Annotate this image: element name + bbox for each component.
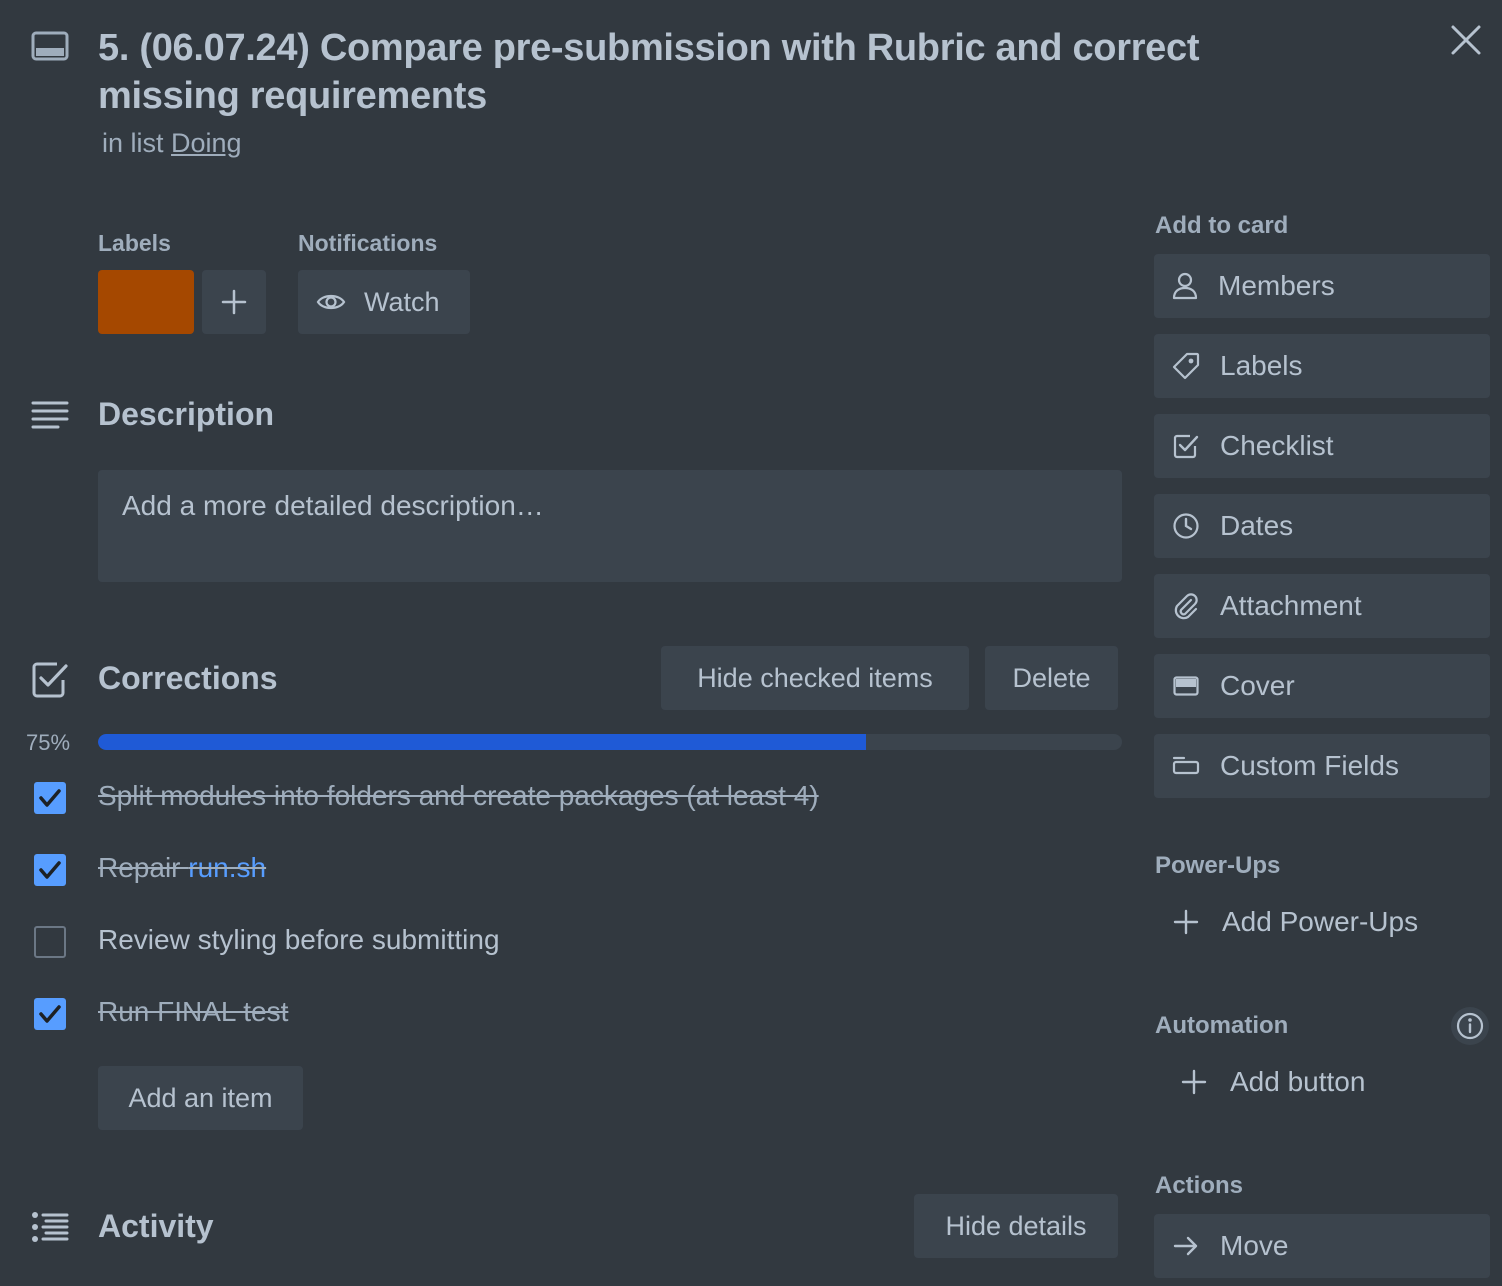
checklist-item-text[interactable]: Split modules into folders and create pa… xyxy=(98,780,819,812)
add-button-label: Add button xyxy=(1230,1066,1366,1097)
add-label-button[interactable] xyxy=(202,270,266,334)
checklist-item-text-prefix: Repair xyxy=(98,852,189,883)
labels-heading: Labels xyxy=(98,230,171,256)
activity-icon xyxy=(30,1208,70,1248)
automation-heading: Automation xyxy=(1155,1012,1289,1039)
progress-bar-fill xyxy=(98,734,866,750)
activity-title: Activity xyxy=(98,1208,214,1244)
attachment-button[interactable]: Attachment xyxy=(1154,574,1490,638)
add-item-button[interactable]: Add an item xyxy=(98,1066,303,1130)
checklist-item-checkbox[interactable] xyxy=(34,854,66,886)
members-button[interactable]: Members xyxy=(1154,254,1490,318)
checklist-item-text[interactable]: Run FINAL test xyxy=(98,996,288,1028)
add-powerups-label: Add Power-Ups xyxy=(1222,906,1419,937)
move-button[interactable]: Move xyxy=(1154,1214,1490,1278)
progress-bar xyxy=(98,734,1122,750)
description-icon xyxy=(30,396,70,436)
paperclip-icon xyxy=(1174,593,1198,620)
add-powerups-button[interactable]: Add Power-Ups xyxy=(1172,906,1418,938)
plus-icon xyxy=(1173,909,1199,935)
powerups-heading: Power-Ups xyxy=(1155,852,1281,879)
labels-button[interactable]: Labels xyxy=(1154,334,1490,398)
list-name-link[interactable]: Doing xyxy=(171,128,242,158)
tag-icon xyxy=(1172,352,1200,380)
plus-icon xyxy=(221,289,247,315)
checklist-item-checkbox[interactable] xyxy=(34,926,66,958)
checkmark-icon xyxy=(39,861,61,879)
attachment-label: Attachment xyxy=(1220,590,1362,621)
close-icon[interactable] xyxy=(1446,20,1486,60)
checklist-title[interactable]: Corrections xyxy=(98,660,278,697)
clock-icon xyxy=(1173,513,1199,539)
eye-icon xyxy=(316,294,346,310)
info-icon[interactable] xyxy=(1450,1006,1490,1046)
description-input[interactable]: Add a more detailed description… xyxy=(98,470,1122,582)
actions-heading: Actions xyxy=(1155,1172,1244,1199)
checklist-item-checkbox[interactable] xyxy=(34,782,66,814)
hide-checked-items-button[interactable]: Hide checked items xyxy=(661,646,969,710)
checklist-label: Checklist xyxy=(1220,430,1334,461)
checkmark-icon xyxy=(39,789,61,807)
run-sh-link[interactable]: run.sh xyxy=(188,852,266,883)
custom-fields-label: Custom Fields xyxy=(1220,750,1399,781)
description-title: Description xyxy=(98,396,275,432)
arrow-right-icon xyxy=(1173,1236,1198,1256)
custom-fields-button[interactable]: Custom Fields xyxy=(1154,734,1490,798)
checklist-item-text[interactable]: Repair run.sh xyxy=(98,852,266,884)
checklist-icon xyxy=(1173,434,1199,459)
delete-checklist-button[interactable]: Delete xyxy=(985,646,1118,710)
notifications-heading: Notifications xyxy=(298,230,438,256)
watch-label: Watch xyxy=(364,286,440,317)
checklist-item-checkbox[interactable] xyxy=(34,998,66,1030)
checklist-icon xyxy=(30,660,70,700)
progress-percent: 75% xyxy=(26,730,71,755)
checkmark-icon xyxy=(39,1005,61,1023)
labels-label: Labels xyxy=(1220,350,1303,381)
members-label: Members xyxy=(1218,270,1335,301)
add-automation-button[interactable]: Add button xyxy=(1180,1066,1365,1098)
card-title[interactable]: 5. (06.07.24) Compare pre-submission wit… xyxy=(98,24,1278,120)
watch-button[interactable]: Watch xyxy=(298,270,470,334)
person-icon xyxy=(1172,272,1198,300)
label-chip[interactable] xyxy=(98,270,194,334)
list-location: in list Doing xyxy=(102,128,242,159)
checklist-button[interactable]: Checklist xyxy=(1154,414,1490,478)
add-to-card-heading: Add to card xyxy=(1155,212,1289,239)
plus-icon xyxy=(1181,1069,1207,1095)
dates-label: Dates xyxy=(1220,510,1294,541)
custom-fields-icon xyxy=(1172,756,1200,775)
dates-button[interactable]: Dates xyxy=(1154,494,1490,558)
card-icon xyxy=(30,30,70,62)
cover-button[interactable]: Cover xyxy=(1154,654,1490,718)
move-label: Move xyxy=(1220,1230,1289,1261)
cover-icon xyxy=(1173,676,1199,696)
in-list-prefix: in list xyxy=(102,128,164,158)
hide-details-button[interactable]: Hide details xyxy=(914,1194,1118,1258)
checklist-item-text[interactable]: Review styling before submitting xyxy=(98,924,500,956)
cover-label: Cover xyxy=(1220,670,1295,701)
